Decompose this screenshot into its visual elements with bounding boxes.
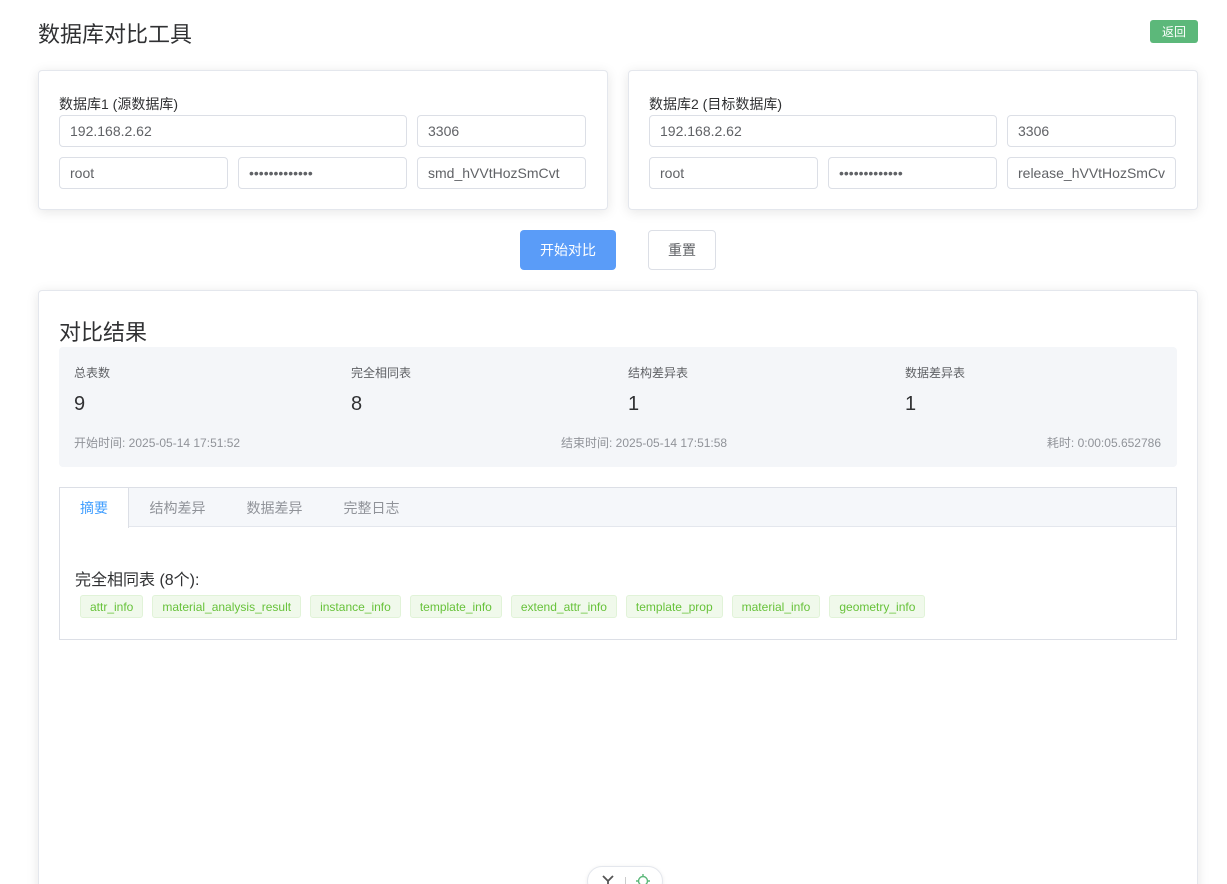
result-card: 对比结果 总表数 9 完全相同表 8 结构差异表 1 数据差异表 1 开始时间:… <box>38 290 1198 884</box>
start-compare-button[interactable]: 开始对比 <box>520 230 616 270</box>
toolbar-divider <box>625 877 626 884</box>
tab-summary[interactable]: 摘要 <box>60 488 129 528</box>
tab-structure-diff[interactable]: 结构差异 <box>129 488 226 527</box>
table-tag: geometry_info <box>829 595 926 618</box>
result-tabs: 摘要 结构差异 数据差异 完整日志 完全相同表 (8个): attr_info … <box>59 487 1177 640</box>
back-button[interactable]: 返回 <box>1150 20 1198 43</box>
source-host-input[interactable]: 192.168.2.62 <box>59 115 407 147</box>
stat-structure-diff-tables: 结构差异表 1 <box>628 364 688 416</box>
target-user-input[interactable]: root <box>649 157 818 189</box>
stat-data-diff-tables: 数据差异表 1 <box>905 364 965 416</box>
elapsed-time: 耗时: 0:00:05.652786 <box>1046 436 1161 450</box>
tab-header: 摘要 结构差异 数据差异 完整日志 <box>60 488 1176 528</box>
stat-label: 完全相同表 <box>351 366 412 380</box>
target-db-title: 数据库2 (目标数据库) <box>649 96 782 112</box>
stat-label: 总表数 <box>74 366 111 380</box>
identical-tables-list: attr_info material_analysis_result insta… <box>80 595 926 618</box>
tab-full-log[interactable]: 完整日志 <box>323 488 420 527</box>
table-tag: template_info <box>409 595 502 618</box>
stat-value: 8 <box>351 393 363 415</box>
source-db-card: 数据库1 (源数据库) 192.168.2.62 3306 root •••••… <box>38 70 608 210</box>
table-tag: extend_attr_info <box>510 595 617 618</box>
table-tag: instance_info <box>310 595 401 618</box>
source-db-title: 数据库1 (源数据库) <box>59 96 178 112</box>
page-title: 数据库对比工具 <box>38 22 193 47</box>
source-port-input[interactable]: 3306 <box>417 115 586 147</box>
target-icon[interactable] <box>636 874 650 884</box>
identical-tables-title: 完全相同表 (8个): <box>75 572 200 589</box>
summary-panel: 总表数 9 完全相同表 8 结构差异表 1 数据差异表 1 开始时间: 2025… <box>59 347 1177 467</box>
reset-button[interactable]: 重置 <box>648 230 716 270</box>
floating-toolbar <box>587 866 663 884</box>
target-database-input[interactable]: release_hVVtHozSmCv <box>1007 157 1176 189</box>
source-password-input[interactable]: ••••••••••••• <box>238 157 407 189</box>
stat-value: 1 <box>628 393 640 415</box>
start-time: 开始时间: 2025-05-14 17:51:52 <box>74 436 241 450</box>
stat-label: 结构差异表 <box>628 366 689 380</box>
stat-label: 数据差异表 <box>905 366 966 380</box>
stat-value: 1 <box>905 393 917 415</box>
tab-data-diff[interactable]: 数据差异 <box>226 488 323 527</box>
end-time: 结束时间: 2025-05-14 17:51:58 <box>561 436 728 450</box>
stat-total-tables: 总表数 9 <box>74 364 110 416</box>
table-tag: attr_info <box>80 595 144 618</box>
source-database-input[interactable]: smd_hVVtHozSmCvt <box>417 157 586 189</box>
table-tag: material_info <box>731 595 821 618</box>
target-port-input[interactable]: 3306 <box>1007 115 1176 147</box>
stat-value: 9 <box>74 393 86 415</box>
stat-identical-tables: 完全相同表 8 <box>351 364 411 416</box>
source-user-input[interactable]: root <box>59 157 228 189</box>
table-tag: material_analysis_result <box>152 595 302 618</box>
result-title: 对比结果 <box>59 320 148 345</box>
target-db-card: 数据库2 (目标数据库) 192.168.2.62 3306 root ••••… <box>628 70 1198 210</box>
table-tag: template_prop <box>625 595 723 618</box>
target-host-input[interactable]: 192.168.2.62 <box>649 115 997 147</box>
target-password-input[interactable]: ••••••••••••• <box>828 157 997 189</box>
translate-icon[interactable] <box>602 875 614 884</box>
